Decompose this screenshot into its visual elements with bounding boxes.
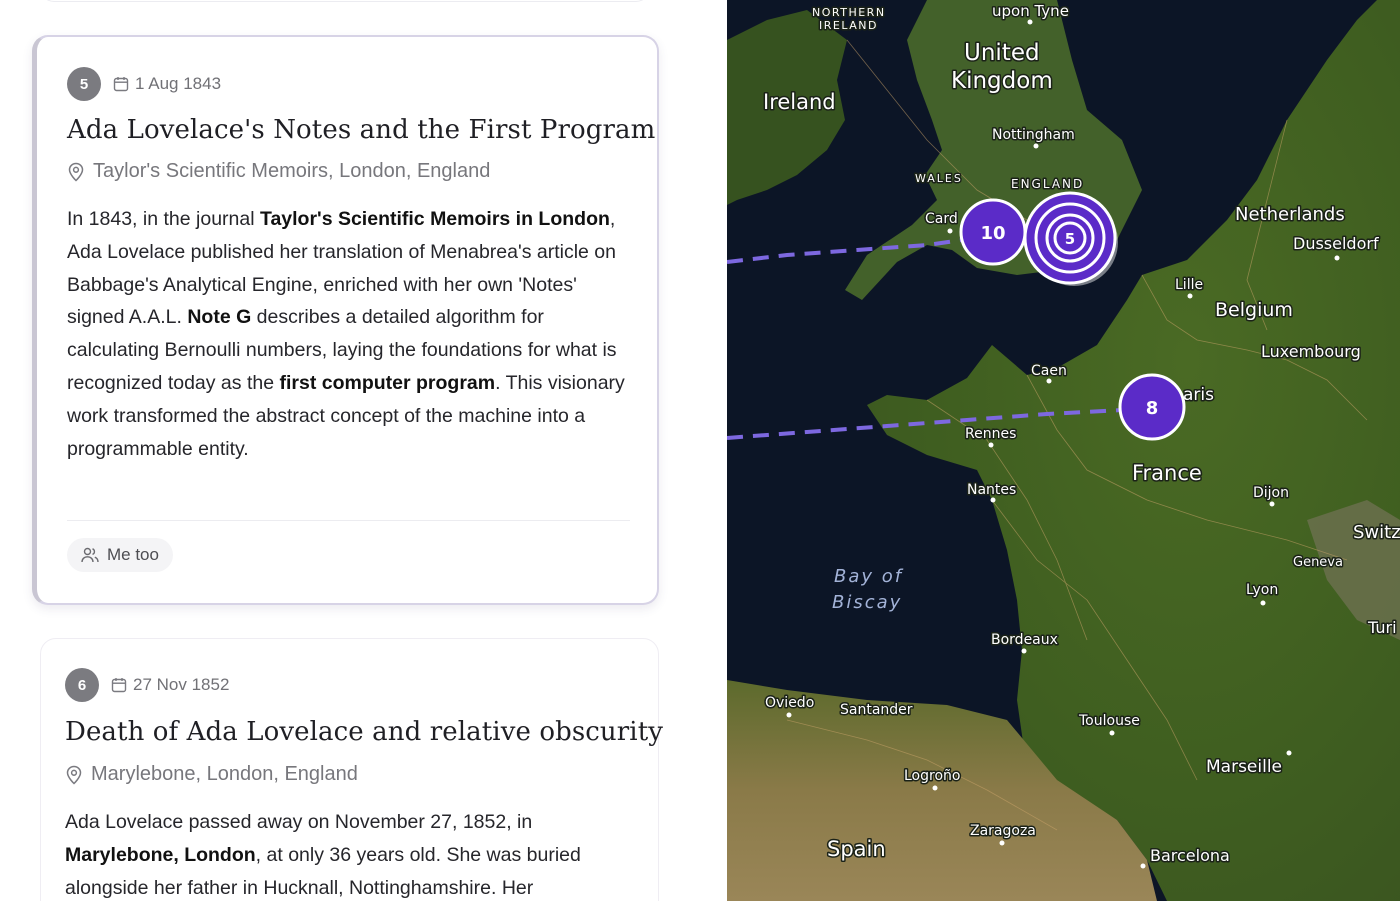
label-england: ENGLAND — [1011, 177, 1084, 191]
label-switzerland: Switz — [1353, 522, 1400, 543]
label-nantes: Nantes — [967, 482, 1016, 498]
label-united: United — [964, 40, 1040, 66]
label-dijon: Dijon — [1253, 485, 1289, 501]
label-luxembourg: Luxembourg — [1261, 342, 1361, 361]
cluster-marker-10[interactable]: 10 — [959, 198, 1027, 266]
event-title: Death of Ada Lovelace and relative obscu… — [65, 717, 664, 747]
me-too-label: Me too — [107, 545, 159, 564]
event-number-badge: 5 — [67, 67, 101, 101]
satellite-map[interactable]: NORTHERN IRELAND upon Tyne United Kingdo… — [727, 0, 1400, 901]
label-northern-ireland-2: IRELAND — [819, 19, 878, 32]
emphasis-text: Taylor's Scientific Memoirs in London — [259, 208, 610, 230]
calendar-icon — [113, 76, 129, 92]
label-barcelona: Barcelona — [1150, 846, 1230, 865]
label-wales: WALES — [915, 172, 963, 185]
timeline-panel: 5 1 Aug 1843 Ada Lovelace's Notes and th… — [0, 0, 727, 901]
label-lyon: Lyon — [1246, 582, 1278, 598]
cluster-count-10: 10 — [980, 223, 1005, 244]
label-ireland: Ireland — [763, 90, 836, 114]
label-netherlands: Netherlands — [1235, 204, 1345, 225]
cluster-count-8: 8 — [1146, 398, 1159, 419]
previous-event-card[interactable] — [40, 0, 650, 2]
label-upon-tyne: upon Tyne — [992, 2, 1069, 20]
calendar-icon — [111, 677, 127, 693]
label-rennes: Rennes — [965, 426, 1016, 442]
label-lille: Lille — [1175, 277, 1203, 293]
label-nottingham: Nottingham — [992, 127, 1075, 143]
label-biscay: Biscay — [832, 592, 902, 613]
label-marseille: Marseille — [1206, 757, 1282, 777]
label-kingdom: Kingdom — [951, 68, 1053, 94]
label-cardiff: Card — [925, 211, 958, 227]
emphasis-text: first computer program — [279, 371, 496, 394]
label-turin: Turi — [1367, 618, 1397, 637]
event-title: Ada Lovelace's Notes and the First Progr… — [67, 115, 656, 145]
event-description: In 1843, in the journal Taylor's Scienti… — [67, 203, 632, 465]
emphasis-text: Note G — [187, 306, 252, 329]
body-text: Ada Lovelace passed away on November 27,… — [65, 811, 533, 833]
label-spain: Spain — [827, 837, 886, 861]
cluster-marker-selected[interactable]: 5 — [1023, 191, 1118, 286]
emphasis-text: Marylebone, London — [65, 843, 256, 866]
label-dusseldorf: Dusseldorf — [1293, 234, 1379, 253]
body-text: In 1843, in the journal — [67, 208, 260, 230]
event-description: Ada Lovelace passed away on November 27,… — [65, 806, 640, 901]
event-meta: 6 27 Nov 1852 — [65, 668, 229, 702]
event-location: Marylebone, London, England — [65, 763, 358, 786]
label-geneva: Geneva — [1293, 555, 1343, 570]
label-logrono: Logroño — [904, 768, 960, 784]
label-belgium: Belgium — [1215, 299, 1293, 321]
label-santander: Santander — [840, 702, 913, 718]
location-pin-icon — [65, 765, 83, 785]
event-date: 27 Nov 1852 — [133, 675, 230, 694]
label-toulouse: Toulouse — [1078, 713, 1140, 729]
event-number-badge: 6 — [65, 668, 99, 702]
event-location: Taylor's Scientific Memoirs, London, Eng… — [67, 160, 490, 183]
label-bordeaux: Bordeaux — [991, 632, 1058, 648]
cluster-count-5: 5 — [1065, 230, 1075, 248]
event-card-active[interactable]: 5 1 Aug 1843 Ada Lovelace's Notes and th… — [32, 35, 659, 605]
label-paris: aris — [1183, 385, 1214, 405]
label-oviedo: Oviedo — [765, 695, 814, 711]
event-location-text: Marylebone, London, England — [91, 763, 358, 785]
me-too-button[interactable]: Me too — [67, 538, 173, 572]
location-pin-icon — [67, 162, 85, 182]
label-caen: Caen — [1031, 363, 1067, 379]
event-location-text: Taylor's Scientific Memoirs, London, Eng… — [93, 160, 491, 182]
event-date: 1 Aug 1843 — [135, 74, 222, 93]
map-panel[interactable]: NORTHERN IRELAND upon Tyne United Kingdo… — [727, 0, 1400, 901]
label-france: France — [1132, 461, 1202, 485]
label-zaragoza: Zaragoza — [970, 823, 1036, 839]
cluster-marker-8[interactable]: 8 — [1118, 373, 1186, 441]
event-card[interactable]: 6 27 Nov 1852 Death of Ada Lovelace and … — [40, 638, 663, 901]
divider — [67, 520, 630, 521]
users-icon — [81, 547, 99, 563]
label-northern-ireland: NORTHERN — [812, 6, 886, 19]
event-meta: 5 1 Aug 1843 — [67, 67, 221, 101]
label-bay-of: Bay of — [834, 566, 904, 587]
